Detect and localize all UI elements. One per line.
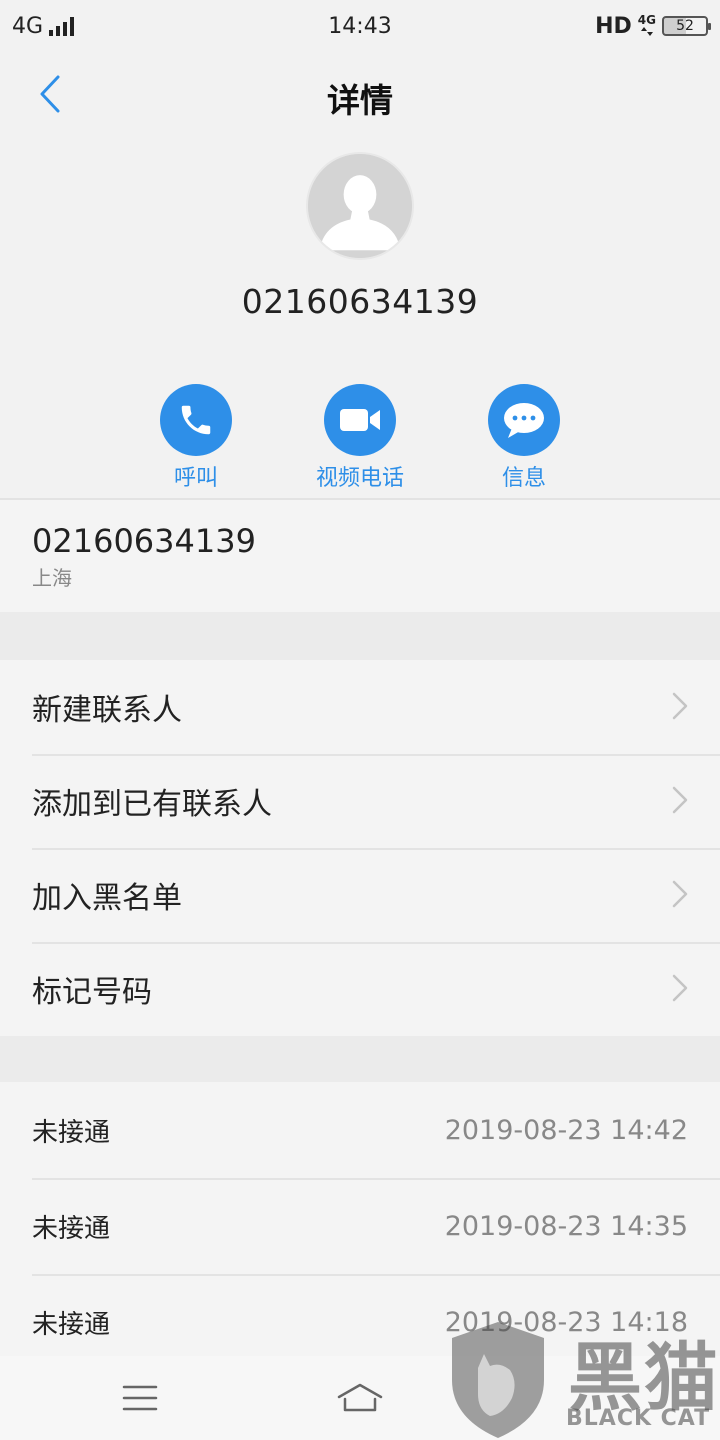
section-gap — [0, 612, 720, 660]
call-button[interactable]: 呼叫 — [121, 384, 271, 492]
call-status: 未接通 — [32, 1213, 111, 1244]
call-status: 未接通 — [32, 1117, 111, 1148]
call-time: 2019-08-23 14:42 — [444, 1114, 688, 1146]
video-call-label: 视频电话 — [315, 466, 404, 491]
call-status: 未接通 — [32, 1309, 111, 1340]
home-nav-button[interactable] — [330, 1376, 390, 1420]
video-call-button[interactable]: 视频电话 — [285, 384, 435, 492]
header: 详情 — [0, 52, 720, 140]
add-to-blacklist-item[interactable]: 加入黑名单 — [0, 848, 720, 942]
quick-actions: 呼叫 视频电话 信息 — [0, 384, 720, 494]
mark-number-item[interactable]: 标记号码 — [0, 942, 720, 1036]
updown-arrows-icon — [640, 27, 653, 36]
mini-network-label: 4G — [637, 13, 656, 27]
message-button-circle — [488, 384, 560, 456]
section-gap — [0, 1036, 720, 1082]
video-call-button-circle — [324, 384, 396, 456]
battery-level: 52 — [676, 18, 694, 34]
call-log-row[interactable]: 未接通 2019-08-23 14:42 — [0, 1082, 720, 1178]
chevron-right-icon — [672, 974, 688, 1002]
call-button-circle — [160, 384, 232, 456]
number-info-location: 上海 — [32, 566, 72, 590]
menu-item-label: 标记号码 — [32, 975, 152, 1010]
number-info-number: 02160634139 — [32, 522, 256, 560]
contact-number: 02160634139 — [241, 282, 479, 321]
menu-item-label: 加入黑名单 — [32, 881, 182, 916]
avatar — [306, 152, 414, 260]
call-label: 呼叫 — [173, 466, 218, 491]
message-label: 信息 — [501, 466, 546, 491]
person-silhouette-icon — [308, 154, 412, 258]
battery-icon: 52 — [662, 16, 711, 36]
call-time: 2019-08-23 14:18 — [444, 1306, 688, 1338]
menu-item-label: 添加到已有联系人 — [32, 787, 272, 822]
call-time: 2019-08-23 14:35 — [444, 1210, 688, 1242]
video-camera-icon — [340, 409, 380, 431]
call-log: 未接通 2019-08-23 14:42 未接通 2019-08-23 14:3… — [0, 1082, 720, 1370]
network-type: 4G — [12, 13, 44, 39]
home-icon — [337, 1383, 383, 1412]
signal-icon — [49, 16, 75, 36]
chevron-right-icon — [672, 692, 688, 720]
status-left: 4G — [12, 13, 75, 39]
call-log-row[interactable]: 未接通 2019-08-23 14:35 — [0, 1178, 720, 1274]
chevron-right-icon — [672, 880, 688, 908]
page-title: 详情 — [327, 81, 393, 120]
new-contact-item[interactable]: 新建联系人 — [0, 660, 720, 754]
add-to-existing-contact-item[interactable]: 添加到已有联系人 — [0, 754, 720, 848]
menu-nav-button[interactable] — [110, 1376, 170, 1420]
message-button[interactable]: 信息 — [449, 384, 599, 492]
number-info: 02160634139 上海 — [0, 500, 720, 612]
status-right: HD 4G 52 — [595, 13, 711, 39]
message-bubble-icon — [504, 403, 544, 438]
data-activity-icon: 4G — [638, 14, 656, 38]
navigation-bar — [0, 1356, 720, 1440]
phone-icon — [181, 405, 211, 435]
hd-indicator: HD — [595, 13, 632, 39]
menu-item-label: 新建联系人 — [32, 693, 182, 728]
chevron-right-icon — [672, 786, 688, 814]
hamburger-menu-icon — [122, 1385, 158, 1411]
status-bar: 4G 14:43 HD 4G 52 — [0, 0, 720, 52]
action-menu: 新建联系人 添加到已有联系人 加入黑名单 标记号码 — [0, 660, 720, 1036]
